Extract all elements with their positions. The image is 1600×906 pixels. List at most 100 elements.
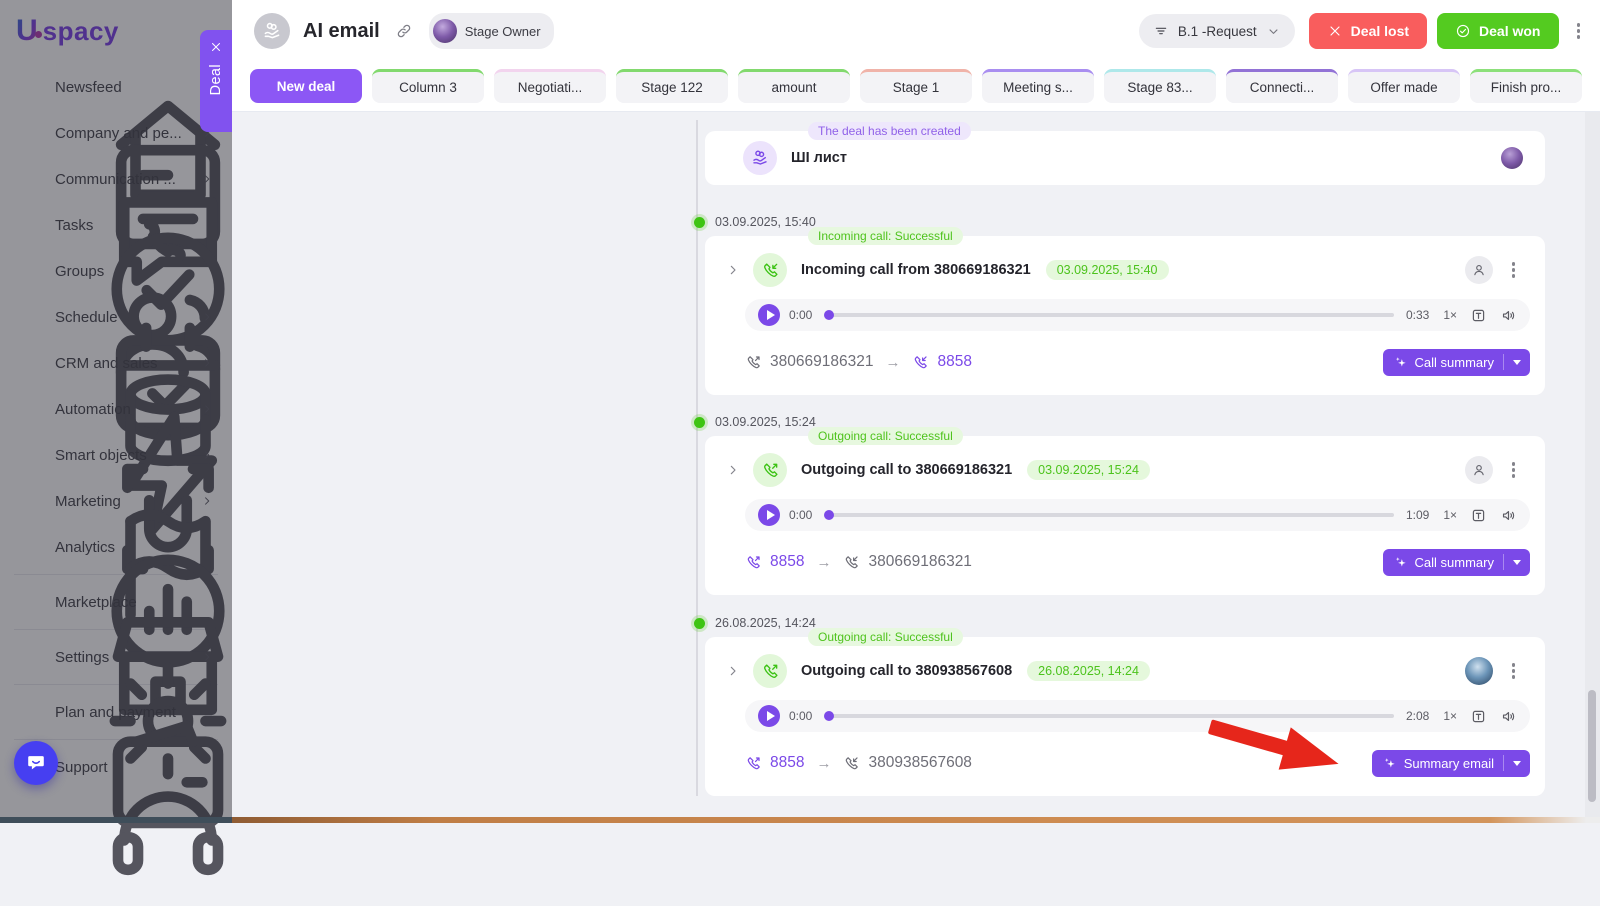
call-menu-button[interactable] bbox=[1508, 659, 1520, 683]
automation-icon bbox=[18, 398, 40, 420]
stage-owner-pill[interactable]: Stage Owner bbox=[429, 13, 554, 49]
play-button[interactable] bbox=[758, 504, 780, 526]
stage-pill[interactable]: Meeting s... bbox=[982, 69, 1094, 103]
more-menu-button[interactable] bbox=[1573, 19, 1585, 43]
person-icon bbox=[1471, 262, 1487, 278]
current-time: 0:00 bbox=[789, 709, 817, 723]
deal-panel: AI email Stage Owner B.1 -Request Deal l… bbox=[232, 0, 1600, 817]
playback-speed[interactable]: 1× bbox=[1443, 709, 1457, 723]
deal-panel-tab[interactable]: Deal bbox=[200, 30, 232, 132]
expand-chevron-icon[interactable] bbox=[725, 663, 741, 679]
funnel-select[interactable]: B.1 -Request bbox=[1139, 14, 1295, 48]
sidebar-item-label: Support bbox=[55, 759, 108, 776]
page-title: AI email bbox=[303, 20, 380, 43]
close-icon[interactable] bbox=[209, 40, 223, 54]
receiver-number[interactable]: 8858 bbox=[912, 353, 971, 371]
stage-pill[interactable]: amount bbox=[738, 69, 850, 103]
summary-email-button[interactable]: Summary email bbox=[1372, 750, 1530, 777]
expand-chevron-icon[interactable] bbox=[725, 462, 741, 478]
transcript-icon[interactable] bbox=[1470, 708, 1487, 725]
communication-icon bbox=[18, 168, 40, 190]
sidebar-nav: Newsfeed Company and pe... Communication… bbox=[0, 54, 232, 790]
seek-bar[interactable] bbox=[825, 513, 1394, 517]
sidebar-item-label: Communication ... bbox=[55, 171, 176, 188]
seek-knob[interactable] bbox=[824, 510, 834, 520]
call-title: Outgoing call to 380938567608 bbox=[801, 663, 1012, 679]
contact-avatar-placeholder[interactable] bbox=[1465, 256, 1493, 284]
call-title: Outgoing call to 380669186321 bbox=[801, 462, 1012, 478]
call-summary-button[interactable]: Call summary bbox=[1383, 349, 1530, 376]
deal-icon bbox=[743, 141, 777, 175]
chevron-right-icon bbox=[200, 310, 214, 324]
copy-link-icon[interactable] bbox=[395, 22, 413, 40]
seek-bar[interactable] bbox=[825, 313, 1394, 317]
stage-pill[interactable]: Negotiati... bbox=[494, 69, 606, 103]
tasks-icon bbox=[18, 214, 40, 236]
playback-speed[interactable]: 1× bbox=[1443, 308, 1457, 322]
sidebar: Uspacy Newsfeed Company and pe... Commun… bbox=[0, 0, 232, 817]
contact-avatar-placeholder[interactable] bbox=[1465, 456, 1493, 484]
seek-knob[interactable] bbox=[824, 711, 834, 721]
chevron-right-icon bbox=[200, 448, 214, 462]
call-status-badge: Incoming call: Successful bbox=[808, 227, 963, 245]
dropdown-caret-icon[interactable] bbox=[1513, 560, 1521, 565]
transcript-icon[interactable] bbox=[1470, 507, 1487, 524]
created-badge: The deal has been created bbox=[808, 122, 971, 140]
volume-icon[interactable] bbox=[1500, 307, 1517, 324]
call-menu-button[interactable] bbox=[1508, 458, 1520, 482]
play-button[interactable] bbox=[758, 705, 780, 727]
play-button[interactable] bbox=[758, 304, 780, 326]
receiver-number[interactable]: 380669186321 bbox=[843, 553, 971, 571]
sidebar-item-label: Analytics bbox=[55, 539, 115, 556]
stage-pill[interactable]: Offer made bbox=[1348, 69, 1460, 103]
stage-pill[interactable]: Connecti... bbox=[1226, 69, 1338, 103]
call-card: Outgoing call: Successful Outgoing call … bbox=[705, 637, 1545, 796]
playback-speed[interactable]: 1× bbox=[1443, 508, 1457, 522]
sidebar-item-label: Automation bbox=[55, 401, 131, 418]
stage-pill[interactable]: Stage 83... bbox=[1104, 69, 1216, 103]
deal-lost-button[interactable]: Deal lost bbox=[1309, 13, 1427, 49]
chevron-right-icon bbox=[200, 172, 214, 186]
call-menu-button[interactable] bbox=[1508, 258, 1520, 282]
duration: 2:08 bbox=[1406, 709, 1429, 723]
sidebar-item-label: Plan and payment bbox=[55, 704, 176, 721]
dropdown-caret-icon[interactable] bbox=[1513, 360, 1521, 365]
deal-created-card[interactable]: The deal has been created ШІ лист bbox=[705, 131, 1545, 185]
sidebar-item-newsfeed[interactable]: Newsfeed bbox=[0, 64, 232, 110]
ai-sparkles-icon bbox=[1383, 756, 1397, 770]
caller-number[interactable]: 8858 bbox=[745, 553, 804, 571]
chevron-down-icon bbox=[1266, 24, 1281, 39]
caller-number[interactable]: 8858 bbox=[745, 754, 804, 772]
deal-avatar-icon bbox=[254, 13, 290, 49]
dropdown-caret-icon[interactable] bbox=[1513, 761, 1521, 766]
logo-text: spacy bbox=[43, 16, 119, 47]
seek-bar[interactable] bbox=[825, 714, 1394, 718]
call-time-pill: 03.09.2025, 15:40 bbox=[1046, 260, 1169, 280]
scrollbar-thumb[interactable] bbox=[1588, 690, 1596, 802]
stage-pill-new-deal[interactable]: New deal bbox=[250, 69, 362, 103]
expand-chevron-icon[interactable] bbox=[725, 262, 741, 278]
deal-won-button[interactable]: Deal won bbox=[1437, 13, 1558, 49]
volume-icon[interactable] bbox=[1500, 708, 1517, 725]
stage-pill[interactable]: Finish pro... bbox=[1470, 69, 1582, 103]
stage-pill[interactable]: Column 3 bbox=[372, 69, 484, 103]
volume-icon[interactable] bbox=[1500, 507, 1517, 524]
sidebar-item-label: Tasks bbox=[55, 217, 93, 234]
support-chat-button[interactable] bbox=[14, 741, 58, 785]
receiver-number[interactable]: 380938567608 bbox=[843, 754, 971, 772]
sidebar-item-label: Newsfeed bbox=[55, 79, 122, 96]
sidebar-item-label: CRM and sales bbox=[55, 355, 158, 372]
stage-pill[interactable]: Stage 122 bbox=[616, 69, 728, 103]
call-summary-button[interactable]: Call summary bbox=[1383, 549, 1530, 576]
timeline: The deal has been created ШІ лист 03.09.… bbox=[232, 112, 1600, 817]
stage-pill[interactable]: Stage 1 bbox=[860, 69, 972, 103]
incoming-call-icon bbox=[753, 253, 787, 287]
timeline-date: 03.09.2025, 15:40 bbox=[684, 214, 816, 230]
caller-number[interactable]: 380669186321 bbox=[745, 353, 873, 371]
uspacy-logo[interactable]: Uspacy bbox=[0, 0, 232, 54]
phone-incoming-icon bbox=[843, 554, 860, 571]
seek-knob[interactable] bbox=[824, 310, 834, 320]
sidebar-item-label: Schedule bbox=[55, 309, 118, 326]
contact-avatar[interactable] bbox=[1465, 657, 1493, 685]
transcript-icon[interactable] bbox=[1470, 307, 1487, 324]
